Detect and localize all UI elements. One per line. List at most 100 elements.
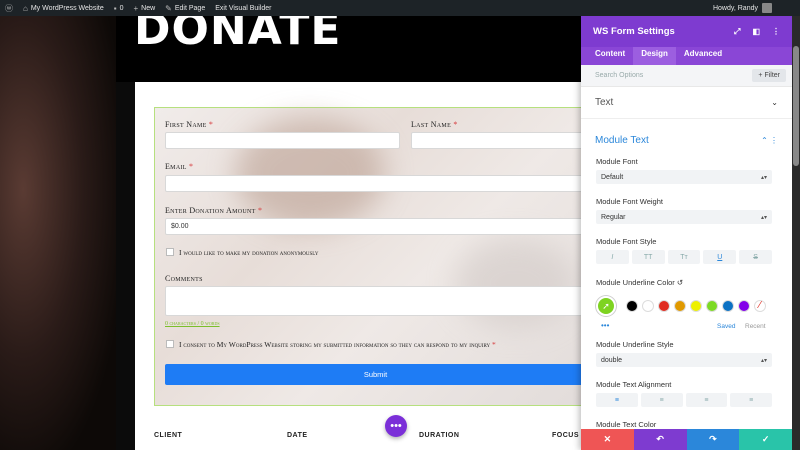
split-view-icon[interactable]: ◧ [752, 27, 760, 37]
underline-style-label: Module Underline Style [596, 340, 674, 349]
panel-footer: ✕ ↶ ↷ ✓ [581, 429, 792, 450]
font-style-label: Module Font Style [596, 237, 657, 246]
consent-checkbox[interactable] [166, 340, 174, 348]
font-weight-select[interactable]: Regular ▴▾ [596, 210, 772, 224]
consent-checkbox-label: I consent to My WordPress Website storin… [179, 340, 496, 349]
scrollbar-thumb[interactable] [793, 46, 799, 166]
select-arrow-icon: ▴▾ [760, 174, 767, 181]
table-header-date: DATE [287, 432, 308, 439]
eyedropper-icon: ➚ [602, 300, 610, 311]
uppercase-button[interactable]: TT [631, 250, 665, 264]
align-left-button[interactable]: ≡ [596, 393, 638, 407]
module-font-select[interactable]: Default ▴▾ [596, 170, 772, 184]
strikethrough-button[interactable]: S [739, 250, 772, 264]
anonymous-checkbox-label: I would like to make my donation anonymo… [179, 248, 319, 257]
table-header-client: CLIENT [154, 432, 183, 439]
underline-color-label: Module Underline Color ↺ [596, 278, 684, 287]
module-font-label: Module Font [596, 157, 638, 166]
section-module-text-toggle[interactable]: Module Text ⌃ ⋮ [581, 119, 792, 161]
module-settings-panel: WS Form Settings ⤢ ◧ ⋮ Content Design Ad… [581, 16, 792, 450]
reset-icon[interactable]: ↺ [677, 278, 683, 287]
no-color-swatch[interactable]: ⁄ [754, 300, 766, 312]
font-weight-label: Module Font Weight [596, 197, 663, 206]
hero-background-image [0, 16, 116, 450]
panel-header: WS Form Settings ⤢ ◧ ⋮ [581, 16, 792, 47]
submit-button[interactable]: Submit [165, 364, 586, 385]
new-content-link[interactable]: + New [128, 0, 160, 16]
table-header-focus: FOCUS [552, 432, 579, 439]
swatch-black[interactable] [626, 300, 638, 312]
filter-button[interactable]: + Filter [752, 69, 786, 82]
swatch-green[interactable] [706, 300, 718, 312]
donation-amount-label: Enter Donation Amount * [165, 206, 263, 215]
select-arrow-icon: ▴▾ [760, 214, 767, 221]
text-color-label: Module Text Color [596, 420, 657, 429]
avatar [762, 3, 772, 13]
color-picker-button[interactable]: ➚ [596, 296, 616, 316]
swatch-white[interactable] [642, 300, 654, 312]
undo-icon: ↶ [656, 434, 664, 444]
italic-button[interactable]: I [596, 250, 629, 264]
plus-icon: + [133, 3, 139, 13]
panel-title: WS Form Settings [593, 26, 675, 37]
select-arrow-icon: ▴▾ [760, 357, 767, 364]
search-options-input[interactable]: Search Options + Filter [581, 65, 792, 87]
align-right-button[interactable]: ≡ [685, 393, 728, 407]
comment-icon: ▪ [113, 3, 117, 13]
text-alignment-label: Module Text Alignment [596, 380, 672, 389]
donation-amount-field[interactable]: $0.00 [165, 218, 586, 235]
expand-icon[interactable]: ⤢ [734, 27, 740, 37]
align-justify-button[interactable]: ≡ [730, 393, 772, 407]
comments-label: Comments [165, 274, 203, 283]
undo-button[interactable]: ↶ [633, 429, 687, 450]
wordpress-logo-icon[interactable]: ⓦ [0, 0, 18, 16]
more-options-icon[interactable]: ⋮ [772, 27, 780, 37]
font-style-buttons: I TT Tт U S [596, 250, 772, 264]
swatch-purple[interactable] [738, 300, 750, 312]
admin-bar: ⓦ ⌂ My WordPress Website ▪ 0 + New ✎ Edit Pa… [0, 0, 800, 16]
tab-content[interactable]: Content [587, 47, 633, 65]
anonymous-checkbox[interactable] [166, 248, 174, 256]
section-text-toggle[interactable]: Text ⌄ [581, 87, 792, 119]
save-button[interactable]: ✓ [739, 429, 792, 450]
tab-design[interactable]: Design [633, 47, 676, 65]
first-name-label: First Name * [165, 120, 214, 129]
table-header-duration: DURATION [419, 432, 460, 439]
chevron-down-icon: ⌄ [771, 98, 778, 107]
underline-style-select[interactable]: double ▴▾ [596, 353, 772, 367]
swatch-yellow[interactable] [690, 300, 702, 312]
first-name-field[interactable] [165, 132, 400, 149]
tab-advanced[interactable]: Advanced [676, 47, 730, 65]
saved-colors-tab[interactable]: Saved [717, 323, 735, 330]
underline-button[interactable]: U [703, 250, 737, 264]
text-alignment-buttons: ≡ ≡ ≡ ≡ [596, 393, 772, 407]
home-icon: ⌂ [23, 3, 28, 13]
email-field[interactable] [165, 175, 586, 192]
builder-menu-button[interactable]: ••• [385, 415, 407, 437]
page-scrollbar[interactable] [792, 16, 800, 450]
last-name-field[interactable] [411, 132, 586, 149]
user-account-menu[interactable]: Howdy, Randy [713, 3, 800, 13]
email-label: Email * [165, 162, 194, 171]
close-icon: ✕ [603, 434, 612, 444]
swatch-blue[interactable] [722, 300, 734, 312]
last-name-label: Last Name * [411, 120, 458, 129]
align-center-button[interactable]: ≡ [640, 393, 683, 407]
comments-link[interactable]: ▪ 0 [109, 0, 129, 16]
character-counter: 0 characters / 0 words [165, 321, 220, 327]
chevron-up-icon: ⌃ ⋮ [761, 135, 778, 145]
redo-icon: ↷ [709, 434, 717, 444]
swatch-orange[interactable] [674, 300, 686, 312]
pencil-icon: ✎ [165, 3, 172, 13]
site-name-link[interactable]: ⌂ My WordPress Website [18, 0, 109, 16]
more-colors-icon[interactable]: ••• [601, 321, 609, 330]
discard-button[interactable]: ✕ [581, 429, 634, 450]
panel-tabs: Content Design Advanced [581, 47, 792, 65]
redo-button[interactable]: ↷ [686, 429, 740, 450]
capitalize-button[interactable]: Tт [667, 250, 701, 264]
comments-textarea[interactable] [165, 286, 586, 316]
recent-colors-tab[interactable]: Recent [745, 323, 766, 330]
exit-visual-builder-link[interactable]: Exit Visual Builder [210, 0, 276, 16]
edit-page-link[interactable]: ✎ Edit Page [160, 0, 210, 16]
swatch-red[interactable] [658, 300, 670, 312]
